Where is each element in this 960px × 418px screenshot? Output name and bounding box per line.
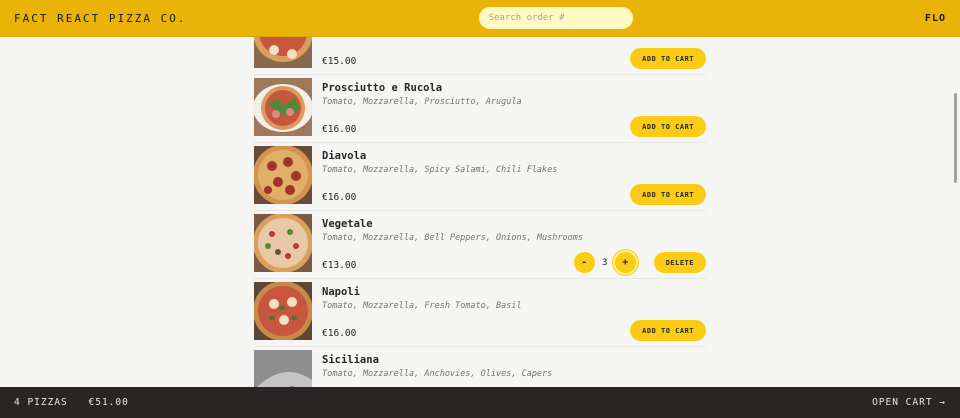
cart-summary: 4 PIZZAS €51.00 — [14, 397, 143, 408]
menu-item: Vegetale Tomato, Mozzarella, Bell Pepper… — [254, 211, 706, 279]
pizza-name: Vegetale — [322, 218, 373, 230]
menu-item: Napoli Tomato, Mozzarella, Fresh Tomato,… — [254, 279, 706, 347]
increase-quantity-button[interactable]: + — [614, 252, 636, 273]
top-bar: FACT REACT PIZZA CO. FLO — [0, 0, 960, 37]
pizza-name: Siciliana — [322, 354, 379, 366]
pizza-image — [254, 78, 312, 136]
item-info: Vegetale Tomato, Mozzarella, Bell Pepper… — [312, 214, 706, 275]
pizza-image — [254, 37, 312, 68]
pizza-image — [254, 146, 312, 204]
pizza-name: Diavola — [322, 150, 367, 162]
menu-items: €15.00 ADD TO CART Prosciutto e Rucola T… — [254, 37, 706, 387]
pizza-ingredients: Tomato, Mozzarella, Prosciutto, Arugula — [322, 97, 522, 107]
pizza-price: €13.00 — [322, 260, 357, 271]
pizza-name: Napoli — [322, 286, 360, 298]
pizza-price: €15.00 — [322, 56, 357, 67]
menu-item: Prosciutto e Rucola Tomato, Mozzarella, … — [254, 75, 706, 143]
username: FLO — [924, 12, 946, 24]
menu-item: Diavola Tomato, Mozzarella, Spicy Salami… — [254, 143, 706, 211]
add-to-cart-button[interactable]: ADD TO CART — [630, 116, 706, 137]
cart-pizza-count: 4 PIZZAS — [14, 397, 68, 408]
quantity-control: - 3 + DELETE — [573, 252, 706, 273]
pizza-name: Prosciutto e Rucola — [322, 82, 443, 94]
item-info: Prosciutto e Rucola Tomato, Mozzarella, … — [312, 78, 706, 139]
delete-item-button[interactable]: DELETE — [653, 252, 706, 273]
cart-total-price: €51.00 — [88, 397, 129, 408]
item-info: Diavola Tomato, Mozzarella, Spicy Salami… — [312, 146, 706, 207]
cart-overview-bar: 4 PIZZAS €51.00 OPEN CART → — [0, 387, 960, 418]
menu-item: Siciliana Tomato, Mozzarella, Anchovies,… — [254, 347, 706, 387]
pizza-image — [254, 282, 312, 340]
pizza-ingredients: Tomato, Mozzarella, Anchovies, Olives, C… — [322, 369, 553, 379]
add-to-cart-button[interactable]: ADD TO CART — [630, 184, 706, 205]
item-info: Napoli Tomato, Mozzarella, Fresh Tomato,… — [312, 282, 706, 343]
add-to-cart-button[interactable]: ADD TO CART — [630, 48, 706, 69]
pizza-price: €16.00 — [322, 124, 357, 135]
pizza-image — [254, 350, 312, 387]
search-order-input[interactable] — [478, 7, 633, 29]
add-to-cart-button[interactable]: ADD TO CART — [630, 320, 706, 341]
pizza-ingredients: Tomato, Mozzarella, Fresh Tomato, Basil — [322, 301, 522, 311]
menu-list: €15.00 ADD TO CART Prosciutto e Rucola T… — [254, 37, 706, 387]
pizza-image — [254, 214, 312, 272]
quantity-value: 3 — [601, 257, 608, 268]
item-info: €15.00 ADD TO CART — [312, 37, 706, 71]
decrease-quantity-button[interactable]: - — [573, 252, 595, 273]
pizza-price: €16.00 — [322, 192, 357, 203]
pizza-ingredients: Tomato, Mozzarella, Spicy Salami, Chili … — [322, 165, 558, 175]
page-scrollbar[interactable] — [954, 93, 957, 183]
brand-logo-text[interactable]: FACT REACT PIZZA CO. — [14, 12, 186, 25]
menu-item: €15.00 ADD TO CART — [254, 37, 706, 75]
pizza-ingredients: Tomato, Mozzarella, Bell Peppers, Onions… — [322, 233, 583, 243]
open-cart-link[interactable]: OPEN CART → — [872, 397, 946, 408]
item-info: Siciliana Tomato, Mozzarella, Anchovies,… — [312, 350, 706, 387]
pizza-price: €16.00 — [322, 328, 357, 339]
